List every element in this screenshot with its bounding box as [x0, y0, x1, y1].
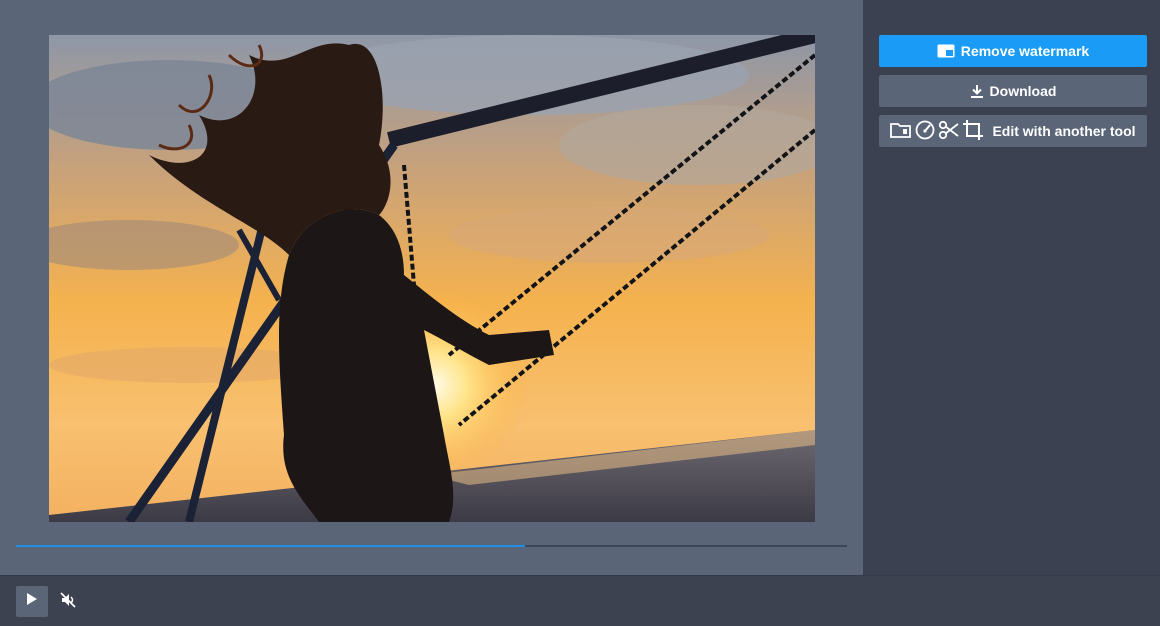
- tool-icons: [890, 119, 984, 144]
- download-label: Download: [989, 83, 1057, 99]
- mute-button[interactable]: [58, 591, 78, 613]
- download-icon: [970, 84, 984, 98]
- play-button[interactable]: [16, 586, 48, 617]
- edit-with-another-tool-button[interactable]: Edit with another tool: [879, 115, 1147, 147]
- video-preview[interactable]: [49, 35, 815, 522]
- progress-fill: [16, 545, 525, 547]
- player-controls: [0, 575, 1160, 626]
- scissors-icon: [938, 120, 960, 143]
- watermark-icon: [937, 44, 955, 58]
- folder-icon: [890, 121, 912, 142]
- video-editor-app: Remove watermark Download Edit with anot…: [0, 0, 1160, 626]
- sunset-swing-image: [49, 35, 815, 522]
- progress-track[interactable]: [16, 545, 847, 547]
- side-panel: Remove watermark Download Edit with anot…: [863, 0, 1160, 575]
- preview-area: [0, 0, 863, 575]
- play-icon: [26, 592, 38, 611]
- edit-with-another-tool-label: Edit with another tool: [992, 123, 1136, 139]
- crop-icon: [962, 119, 984, 144]
- remove-watermark-button[interactable]: Remove watermark: [879, 35, 1147, 67]
- download-button[interactable]: Download: [879, 75, 1147, 107]
- speedometer-icon: [914, 120, 936, 143]
- remove-watermark-label: Remove watermark: [960, 43, 1090, 59]
- volume-muted-icon: [60, 591, 76, 613]
